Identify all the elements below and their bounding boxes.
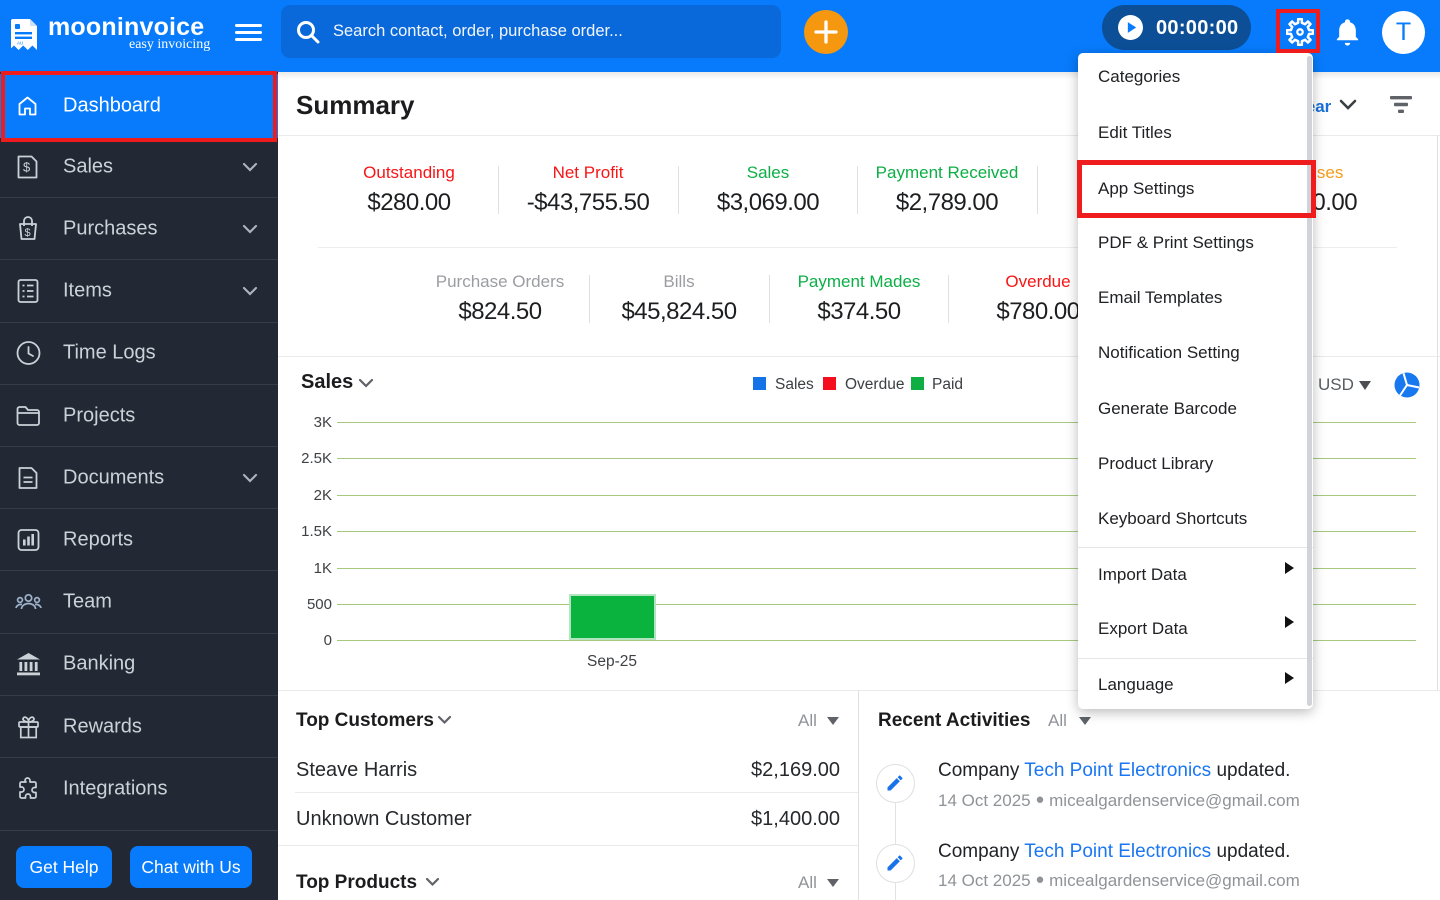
svg-text:$: $ [23, 159, 31, 174]
svg-text:AU: AU [17, 41, 23, 46]
svg-text:$: $ [25, 227, 31, 239]
